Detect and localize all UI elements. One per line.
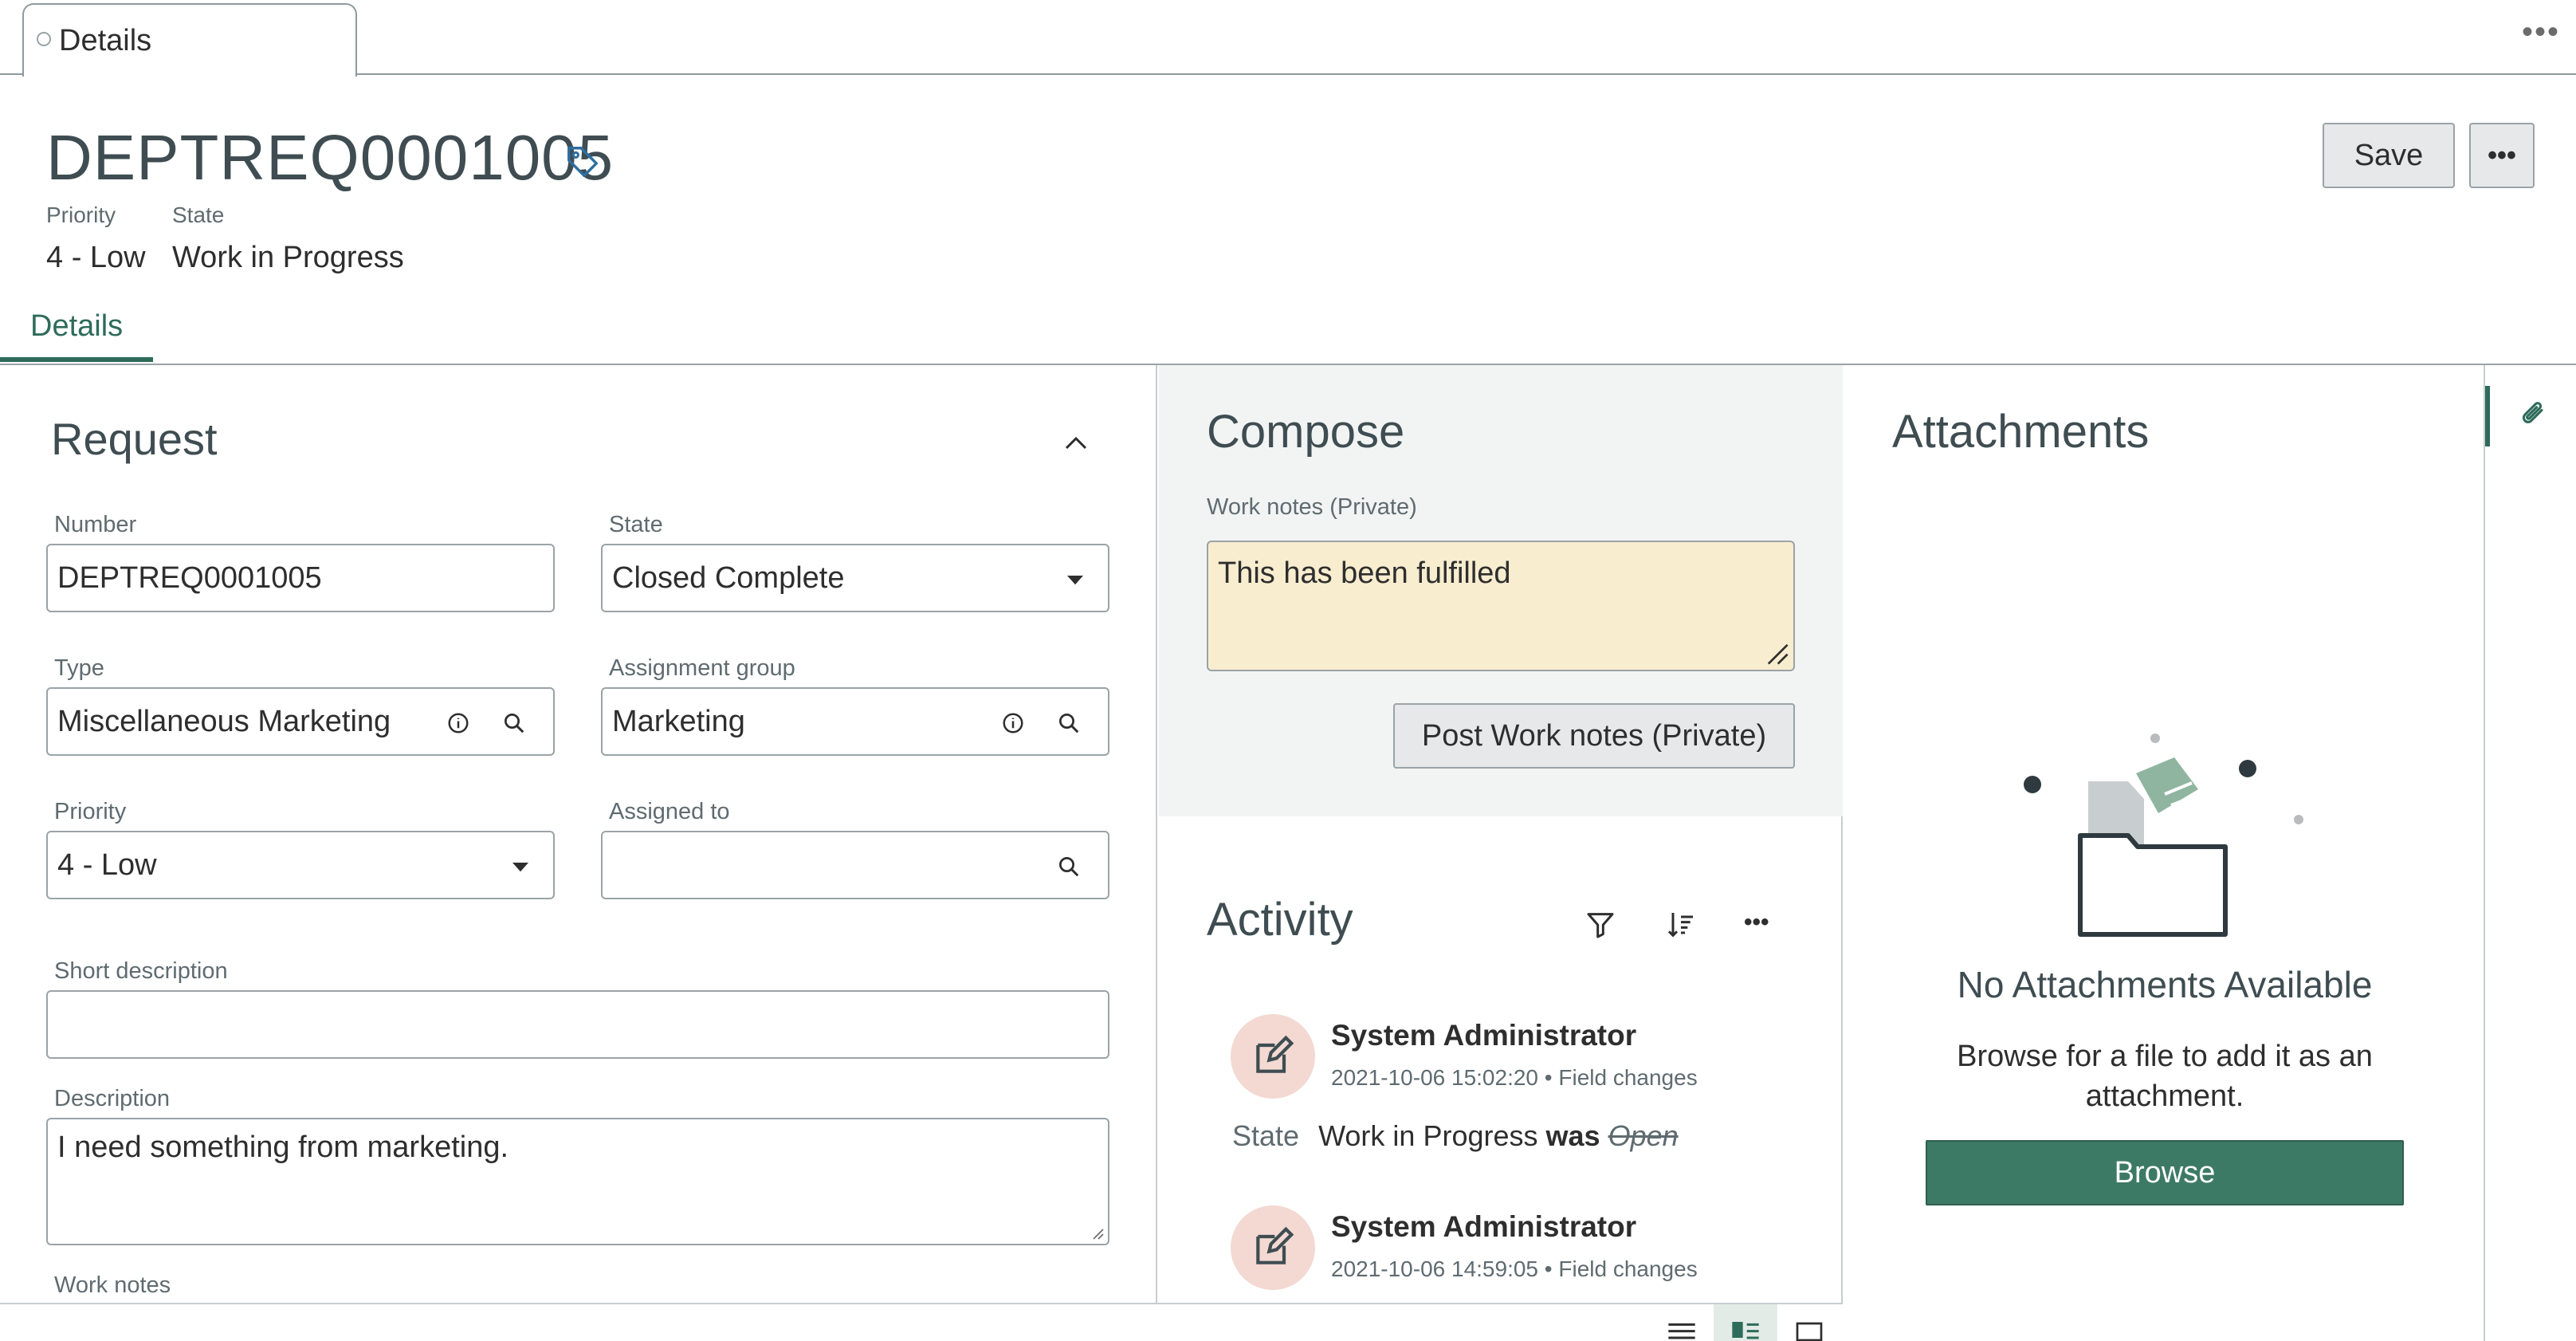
header-priority-value: 4 - Low xyxy=(46,241,146,274)
caret-down-icon xyxy=(1067,576,1083,585)
tab-details-label: Details xyxy=(59,24,152,57)
description-textarea[interactable]: I need something from marketing. xyxy=(46,1118,1109,1245)
loading-spinner-icon xyxy=(37,32,51,46)
short-description-label: Short description xyxy=(54,958,228,984)
rail-active-indicator xyxy=(2485,386,2490,446)
tag-icon[interactable] xyxy=(564,144,601,180)
assignment-group-value: Marketing xyxy=(612,704,745,738)
resize-handle-icon[interactable] xyxy=(1089,1225,1105,1241)
activity-timestamp: 2021-10-06 14:59:05 xyxy=(1331,1256,1538,1281)
compose-work-notes-value: This has been fulfilled xyxy=(1218,556,1511,590)
more-icon: ••• xyxy=(2488,140,2516,171)
split-view-icon xyxy=(1732,1322,1759,1339)
attachments-title: Attachments xyxy=(1892,406,2150,458)
search-icon[interactable] xyxy=(502,711,526,735)
activity-kind: Field changes xyxy=(1558,1256,1698,1281)
activity-more-icon[interactable]: ••• xyxy=(1744,909,1769,936)
subtab-details[interactable]: Details xyxy=(30,309,123,344)
compose-work-notes-textarea[interactable]: This has been fulfilled xyxy=(1207,541,1795,671)
description-value: I need something from marketing. xyxy=(57,1131,509,1164)
state-value: Closed Complete xyxy=(612,560,845,595)
activity-avatar xyxy=(1231,1205,1315,1290)
work-notes-label: Work notes xyxy=(54,1272,171,1298)
activity-author: System Administrator xyxy=(1331,1019,1637,1052)
type-value: Miscellaneous Marketing xyxy=(57,704,391,738)
assignment-group-label: Assignment group xyxy=(609,655,795,681)
filter-icon[interactable] xyxy=(1584,909,1616,941)
assigned-to-field[interactable] xyxy=(601,831,1109,899)
list-view-icon[interactable] xyxy=(1666,1319,1698,1341)
activity-new-value: Work in Progress xyxy=(1318,1119,1538,1152)
info-icon[interactable] xyxy=(1001,711,1025,735)
short-description-field[interactable] xyxy=(46,990,1109,1059)
edit-icon xyxy=(1256,1035,1294,1073)
activity-meta: 2021-10-06 15:02:20 • Field changes xyxy=(1331,1065,1698,1091)
more-actions-button[interactable]: ••• xyxy=(2469,123,2535,188)
activity-title: Activity xyxy=(1207,894,1353,946)
section-title: Request xyxy=(51,414,218,464)
compose-work-notes-label: Work notes (Private) xyxy=(1207,494,1417,520)
number-label: Number xyxy=(54,512,137,537)
bottom-view-bar xyxy=(0,1303,1843,1341)
activity-was: was xyxy=(1545,1119,1600,1152)
search-icon[interactable] xyxy=(1057,855,1081,879)
description-label: Description xyxy=(54,1086,171,1111)
chevron-up-icon[interactable] xyxy=(1062,429,1090,458)
activity-kind: Field changes xyxy=(1558,1065,1698,1090)
search-icon[interactable] xyxy=(1057,711,1081,735)
tab-bar xyxy=(0,0,2576,75)
priority-value: 4 - Low xyxy=(57,847,157,882)
activity-field-name: State xyxy=(1232,1119,1300,1152)
activity-field-change: State Work in Progress was Open xyxy=(1232,1119,1679,1153)
tab-details[interactable]: Details xyxy=(22,3,357,77)
tab-bar-more-icon[interactable]: ••• xyxy=(2522,14,2560,50)
folder-illustration xyxy=(2024,733,2303,937)
number-field[interactable]: DEPTREQ0001005 xyxy=(46,544,555,612)
activity-timestamp: 2021-10-06 15:02:20 xyxy=(1331,1065,1538,1090)
resize-handle-icon[interactable] xyxy=(1763,639,1790,667)
number-value: DEPTREQ0001005 xyxy=(57,560,322,595)
attachments-help-text: Browse for a file to add it as an attach… xyxy=(1957,1040,2373,1113)
header-priority-label: Priority xyxy=(46,203,116,227)
activity-meta-separator: • xyxy=(1544,1256,1559,1281)
activity-avatar xyxy=(1231,1014,1315,1099)
header-state-value: Work in Progress xyxy=(172,241,404,274)
assignment-group-field[interactable]: Marketing xyxy=(601,687,1109,756)
info-icon[interactable] xyxy=(446,711,470,735)
split-view-button[interactable] xyxy=(1714,1304,1777,1341)
caret-down-icon xyxy=(512,863,528,872)
no-attachments-title: No Attachments Available xyxy=(1957,964,2373,1005)
activity-old-value: Open xyxy=(1608,1119,1679,1152)
activity-meta-separator: • xyxy=(1544,1065,1559,1090)
sort-icon[interactable] xyxy=(1664,909,1698,941)
type-field[interactable]: Miscellaneous Marketing xyxy=(46,687,555,756)
priority-label: Priority xyxy=(54,799,127,824)
activity-meta: 2021-10-06 14:59:05 • Field changes xyxy=(1331,1256,1698,1282)
record-title: DEPTREQ0001005 xyxy=(46,122,615,193)
right-rail xyxy=(2485,365,2576,1341)
type-label: Type xyxy=(54,655,104,681)
subtab-active-indicator xyxy=(0,357,153,362)
edit-icon xyxy=(1256,1226,1294,1264)
paperclip-icon[interactable] xyxy=(2515,395,2550,434)
browse-button[interactable]: Browse xyxy=(1926,1140,2404,1205)
assigned-to-label: Assigned to xyxy=(609,799,730,824)
activity-author: System Administrator xyxy=(1331,1210,1637,1243)
single-view-icon[interactable] xyxy=(1795,1320,1824,1341)
priority-select[interactable]: 4 - Low xyxy=(46,831,555,899)
state-label: State xyxy=(609,512,663,537)
header-state-label: State xyxy=(172,203,225,227)
state-select[interactable]: Closed Complete xyxy=(601,544,1109,612)
post-work-notes-button[interactable]: Post Work notes (Private) xyxy=(1393,703,1795,769)
save-button[interactable]: Save xyxy=(2323,123,2455,188)
compose-title: Compose xyxy=(1207,406,1405,458)
